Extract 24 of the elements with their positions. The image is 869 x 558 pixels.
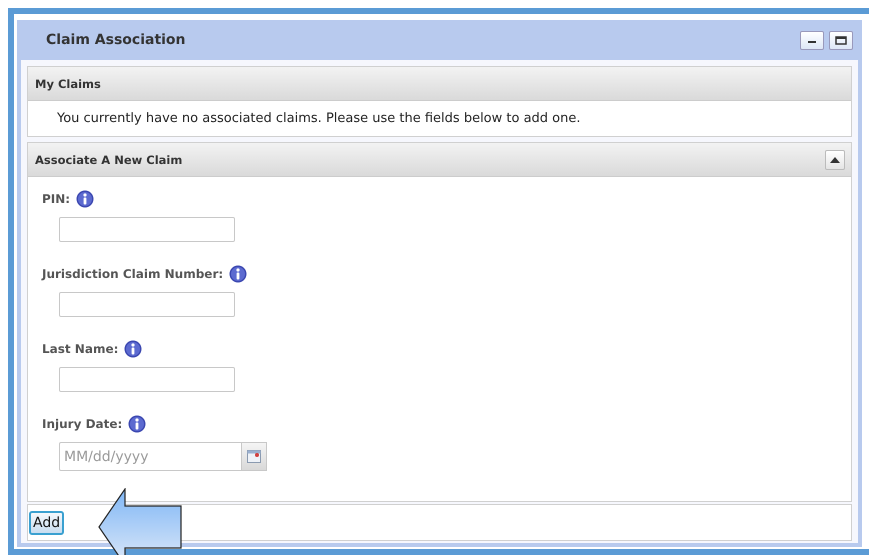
info-icon[interactable] — [124, 340, 142, 358]
field-label: Last Name: — [42, 342, 118, 356]
caret-up-icon — [830, 156, 840, 162]
input-field[interactable] — [59, 367, 235, 392]
maximize-icon — [835, 36, 847, 44]
window-title: Claim Association — [46, 32, 187, 48]
date-field[interactable]: MM/dd/yyyy — [59, 442, 241, 471]
empty-message: You currently have no associated claims. Please use the fields below to add one. — [57, 111, 581, 126]
input-field[interactable] — [59, 217, 235, 242]
info-icon[interactable] — [229, 265, 248, 283]
info-icon[interactable] — [76, 190, 94, 208]
field-label: Injury Date: — [42, 417, 122, 431]
field-label: Jurisdiction Claim Number: — [42, 267, 224, 281]
section-title: Associate A New Claim — [35, 152, 184, 166]
maximize-button[interactable] — [829, 30, 853, 50]
calendar-button[interactable] — [241, 442, 267, 471]
add-button[interactable]: Add — [29, 510, 64, 534]
collapse-button[interactable] — [825, 150, 845, 170]
field-label: PIN: — [42, 192, 70, 206]
section-title: My Claims — [35, 76, 102, 90]
input-field[interactable] — [59, 292, 235, 317]
calendar-icon — [247, 450, 261, 463]
minimize-button[interactable] — [800, 30, 824, 50]
info-icon[interactable] — [128, 415, 146, 433]
